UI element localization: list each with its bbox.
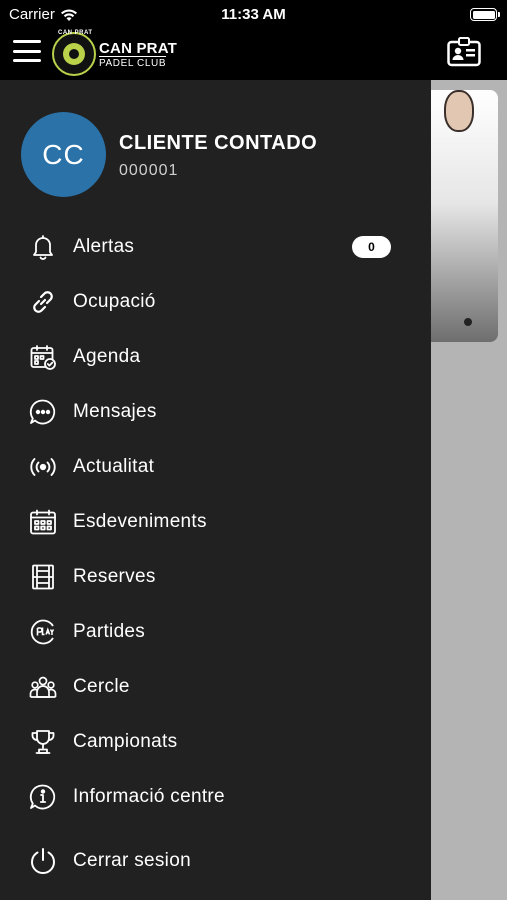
logo-title: CAN PRAT [99, 40, 177, 57]
menu-item-label: Actualitat [73, 456, 155, 477]
play-icon [28, 617, 58, 647]
menu-item-partides[interactable]: Partides [0, 607, 431, 657]
menu-item-label: Reserves [73, 566, 156, 587]
group-icon [28, 672, 58, 702]
club-logo-emblem [52, 32, 96, 76]
menu-item-label: Alertas [73, 236, 135, 257]
trophy-icon [28, 727, 58, 757]
main-content-background[interactable] [430, 80, 507, 900]
menu-item-informacio-centre[interactable]: Informació centre [0, 772, 431, 822]
menu-item-label: Informació centre [73, 786, 225, 807]
menu-item-label: Agenda [73, 346, 141, 367]
top-nav: CAN PRAT CAN PRAT PADEL CLUB [0, 30, 507, 80]
alert-count-badge: 0 [352, 236, 391, 258]
battery-icon [470, 8, 500, 21]
menu-item-alertas[interactable]: Alertas 0 [0, 222, 431, 272]
calendar-check-icon [28, 342, 58, 372]
menu-item-campionats[interactable]: Campionats [0, 717, 431, 767]
bell-icon [28, 232, 58, 262]
status-bar: Carrier 11:33 AM [0, 0, 507, 30]
menu-item-label: Cerrar sesion [73, 850, 191, 871]
power-icon [28, 846, 58, 876]
avatar[interactable]: CC [21, 112, 106, 197]
menu-item-agenda[interactable]: Agenda [0, 332, 431, 382]
menu-item-label: Campionats [73, 731, 178, 752]
carousel-dot [464, 318, 472, 326]
user-name: CLIENTE CONTADO [119, 132, 318, 154]
user-code: 000001 [119, 162, 179, 179]
menu-item-label: Mensajes [73, 401, 157, 422]
court-icon [28, 562, 58, 592]
broadcast-icon [28, 452, 58, 482]
menu-item-cerrar-sesion[interactable]: Cerrar sesion [0, 836, 431, 886]
menu-item-mensajes[interactable]: Mensajes [0, 387, 431, 437]
menu-item-esdeveniments[interactable]: Esdeveniments [0, 497, 431, 547]
menu-item-label: Esdeveniments [73, 511, 207, 532]
player-photo [444, 90, 474, 132]
menu-item-actualitat[interactable]: Actualitat [0, 442, 431, 492]
logo-arc-text: CAN PRAT [58, 30, 93, 36]
chat-bubble-icon [28, 397, 58, 427]
id-card-icon[interactable] [447, 37, 481, 67]
menu-item-label: Partides [73, 621, 146, 642]
club-logo[interactable]: CAN PRAT CAN PRAT PADEL CLUB [52, 30, 182, 76]
menu-item-reserves[interactable]: Reserves [0, 552, 431, 602]
calendar-grid-icon [28, 507, 58, 537]
menu-item-ocupacio[interactable]: Ocupació [0, 277, 431, 327]
menu-item-cercle[interactable]: Cercle [0, 662, 431, 712]
menu-item-label: Ocupació [73, 291, 156, 312]
info-icon [28, 782, 58, 812]
logo-subtitle: PADEL CLUB [99, 56, 167, 69]
link-icon [28, 287, 58, 317]
menu-item-label: Cercle [73, 676, 130, 697]
menu-toggle-icon[interactable] [13, 40, 41, 62]
status-time: 11:33 AM [221, 6, 286, 23]
news-card[interactable] [430, 90, 498, 342]
side-drawer: CC CLIENTE CONTADO 000001 Alertas 0 Ocup… [0, 80, 431, 900]
